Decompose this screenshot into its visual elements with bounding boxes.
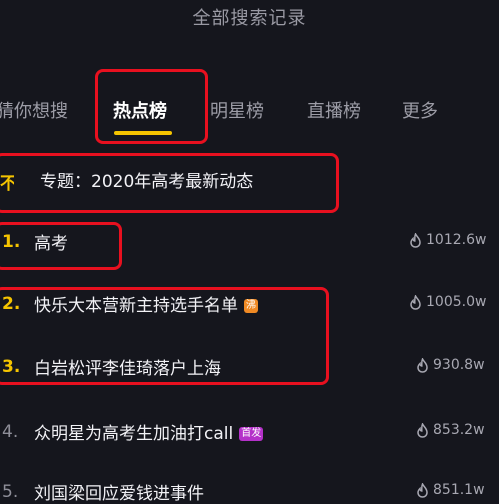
- tab-star-list[interactable]: 明星榜: [210, 97, 264, 123]
- highlight-box-row-1: [0, 222, 122, 270]
- flame-icon: [417, 422, 428, 438]
- heat-count: 851.1w: [416, 482, 485, 498]
- heat-count: 853.2w: [416, 422, 485, 438]
- heat-count: 1005.0w: [409, 294, 486, 310]
- highlight-box-rows-2-3: [0, 287, 329, 385]
- heat-count-value: 851.1w: [433, 482, 485, 498]
- flame-icon: [410, 232, 421, 248]
- list-item-title-text: 众明星为高考生加油打call: [34, 424, 234, 444]
- heat-count-value: 930.8w: [433, 357, 485, 373]
- tab-guess-search[interactable]: 猜你想搜: [0, 97, 68, 123]
- rank-4: 4.: [2, 422, 19, 442]
- heat-count: 930.8w: [416, 357, 485, 373]
- highlight-box-tab: [95, 69, 208, 144]
- search-history-title[interactable]: 全部搜索记录: [0, 4, 499, 30]
- tab-live-list[interactable]: 直播榜: [307, 97, 361, 123]
- rank-5: 5.: [2, 482, 19, 502]
- heat-count-value: 1012.6w: [426, 232, 487, 248]
- heat-count: 1012.6w: [409, 232, 486, 248]
- flame-icon: [417, 482, 428, 498]
- tab-more[interactable]: 更多: [402, 97, 438, 123]
- flame-icon: [410, 294, 421, 310]
- heat-count-value: 1005.0w: [426, 294, 487, 310]
- list-item-title[interactable]: 刘国梁回应爱钱进事件: [34, 479, 204, 504]
- premiere-badge: 首发: [239, 427, 264, 441]
- flame-icon: [417, 357, 428, 373]
- heat-count-value: 853.2w: [433, 422, 485, 438]
- highlight-box-topic: [0, 153, 339, 213]
- list-item-title[interactable]: 众明星为高考生加油打call 首发: [34, 419, 264, 444]
